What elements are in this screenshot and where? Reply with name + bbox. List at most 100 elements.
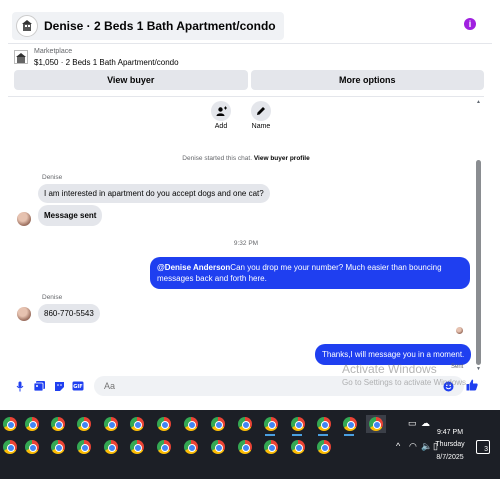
- message-timestamp: 9:32 PM: [233, 240, 259, 247]
- add-person-icon: [216, 106, 227, 116]
- scroll-up-arrow[interactable]: ▲: [476, 99, 481, 105]
- outgoing-message: @Denise AndersonCan you drop me your num…: [150, 257, 470, 289]
- sender-name: Denise: [42, 174, 63, 181]
- chrome-taskbar-button[interactable]: [288, 415, 308, 433]
- scroll-down-arrow[interactable]: ▼: [476, 366, 481, 372]
- taskbar-active-indicator: [265, 434, 275, 436]
- chrome-icon: [51, 440, 65, 454]
- pencil-icon: [257, 107, 265, 115]
- listing-thumbnail: [16, 15, 38, 37]
- microphone-icon[interactable]: [14, 380, 26, 392]
- chrome-icon: [77, 440, 91, 454]
- avatar: [17, 212, 31, 226]
- chrome-icon: [369, 417, 383, 431]
- chrome-icon: [211, 440, 225, 454]
- chrome-taskbar-button[interactable]: [181, 415, 201, 433]
- taskbar: ▭ ☁ ^ ◠ 🔈 ▯ 9:47 PM Thursday 8/7/2025: [0, 410, 500, 479]
- sticker-icon[interactable]: [53, 380, 65, 392]
- listing-price-title: $1,050 · 2 Beds 1 Bath Apartment/condo: [34, 58, 179, 67]
- chrome-icon: [3, 417, 17, 431]
- chrome-taskbar-button[interactable]: [101, 415, 121, 433]
- wifi-icon[interactable]: ◠: [409, 441, 417, 452]
- cloud-sync-icon[interactable]: ☁: [421, 418, 430, 429]
- chrome-taskbar-button[interactable]: [235, 415, 255, 433]
- chrome-taskbar-button[interactable]: [154, 415, 174, 433]
- svg-text:GIF: GIF: [73, 384, 82, 390]
- chrome-taskbar-button[interactable]: [48, 438, 68, 456]
- notification-count: 3: [484, 446, 488, 453]
- photo-icon[interactable]: [33, 380, 45, 392]
- mention-link[interactable]: @Denise Anderson: [157, 263, 230, 272]
- chrome-icon: [291, 417, 305, 431]
- chrome-taskbar-button[interactable]: [22, 438, 42, 456]
- chrome-taskbar-button[interactable]: [181, 438, 201, 456]
- chrome-icon: [130, 417, 144, 431]
- chat-title-button[interactable]: Denise · 2 Beds 1 Bath Apartment/condo: [12, 12, 284, 40]
- clock-time[interactable]: 9:47 PM: [425, 429, 475, 436]
- chrome-icon: [184, 440, 198, 454]
- chrome-icon: [3, 440, 17, 454]
- chrome-taskbar-button[interactable]: [314, 415, 334, 433]
- chrome-icon: [291, 440, 305, 454]
- incoming-message: 860-770-5543: [38, 304, 100, 323]
- chrome-icon: [238, 417, 252, 431]
- chat-started-notice: Denise started this chat. View buyer pro…: [8, 155, 484, 162]
- gif-icon[interactable]: GIF: [72, 380, 84, 392]
- chrome-icon: [25, 417, 39, 431]
- chrome-icon: [130, 440, 144, 454]
- add-person-button[interactable]: [211, 101, 231, 121]
- view-buyer-profile-link[interactable]: View buyer profile: [254, 155, 310, 162]
- messenger-window: Denise · 2 Beds 1 Bath Apartment/condo i…: [0, 0, 500, 479]
- chrome-taskbar-button[interactable]: [127, 415, 147, 433]
- chrome-taskbar-button[interactable]: [288, 438, 308, 456]
- chrome-taskbar-button[interactable]: [340, 415, 360, 433]
- avatar: [17, 307, 31, 321]
- chrome-taskbar-button[interactable]: [74, 438, 94, 456]
- chrome-taskbar-button[interactable]: [101, 438, 121, 456]
- chrome-icon: [317, 440, 331, 454]
- chrome-icon: [77, 417, 91, 431]
- name-button[interactable]: [251, 101, 271, 121]
- view-buyer-button[interactable]: View buyer: [14, 70, 248, 90]
- chat-scrollbar-thumb[interactable]: [476, 160, 481, 365]
- incoming-message: I am interested in apartment do you acce…: [38, 184, 270, 203]
- chrome-icon: [104, 440, 118, 454]
- clock-day[interactable]: Thursday: [425, 441, 475, 448]
- chrome-icon: [157, 440, 171, 454]
- more-options-button[interactable]: More options: [250, 70, 484, 90]
- sent-status: Sent: [451, 364, 464, 370]
- chrome-icon: [51, 417, 65, 431]
- chrome-icon: [104, 417, 118, 431]
- chrome-taskbar-button[interactable]: [0, 415, 20, 433]
- marketplace-listing[interactable]: Marketplace $1,050 · 2 Beds 1 Bath Apart…: [14, 47, 179, 68]
- chrome-taskbar-button[interactable]: [22, 415, 42, 433]
- info-icon[interactable]: i: [464, 18, 476, 30]
- chrome-taskbar-button[interactable]: [154, 438, 174, 456]
- chrome-taskbar-button[interactable]: [208, 438, 228, 456]
- chrome-taskbar-button[interactable]: [48, 415, 68, 433]
- chrome-icon: [264, 417, 278, 431]
- chrome-taskbar-button[interactable]: [208, 415, 228, 433]
- chat-title: Denise · 2 Beds 1 Bath Apartment/condo: [44, 19, 276, 33]
- chrome-taskbar-button[interactable]: [314, 438, 334, 456]
- clock-date[interactable]: 8/7/2025: [425, 454, 475, 461]
- chrome-taskbar-button[interactable]: [261, 438, 281, 456]
- show-hidden-icons-chevron-icon[interactable]: ^: [396, 441, 400, 451]
- chrome-taskbar-button[interactable]: [235, 438, 255, 456]
- chrome-taskbar-button[interactable]: [127, 438, 147, 456]
- sender-name: Denise: [42, 294, 63, 301]
- notification-center-button[interactable]: 3: [476, 440, 490, 454]
- chrome-taskbar-button[interactable]: [74, 415, 94, 433]
- chrome-icon: [25, 440, 39, 454]
- chat-thread: Add Name Denise started this chat. View …: [8, 96, 484, 376]
- chrome-icon: [211, 417, 225, 431]
- started-text: Denise started this chat.: [182, 155, 253, 162]
- chrome-icon: [317, 417, 331, 431]
- name-label: Name: [251, 123, 271, 130]
- add-label: Add: [214, 123, 228, 130]
- chrome-icon: [184, 417, 198, 431]
- chrome-taskbar-button-active[interactable]: [366, 415, 386, 433]
- chrome-taskbar-button[interactable]: [261, 415, 281, 433]
- chrome-taskbar-button[interactable]: [0, 438, 20, 456]
- phone-link-icon[interactable]: ▭: [408, 418, 417, 429]
